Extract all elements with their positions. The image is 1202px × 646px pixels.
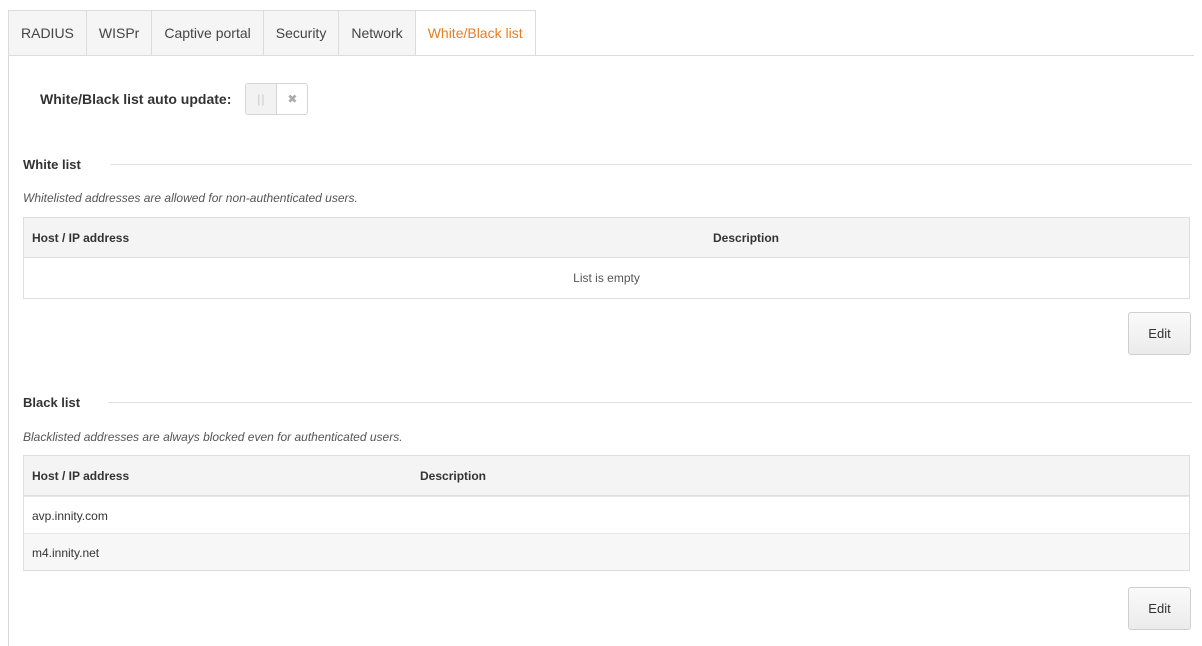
table-row: avp.innity.com	[24, 496, 1189, 533]
white-list-title: White list	[23, 157, 81, 172]
toggle-on-icon: ||	[246, 84, 278, 114]
tab-security[interactable]: Security	[262, 10, 339, 56]
tab-bar: RADIUS WISPr Captive portal Security Net…	[8, 10, 536, 56]
black-list-edit-button[interactable]: Edit	[1128, 587, 1191, 630]
tab-white-black-list[interactable]: White/Black list	[414, 10, 536, 56]
table-row: m4.innity.net	[24, 533, 1189, 570]
column-header-description: Description	[420, 469, 487, 483]
toggle-off-icon: ✖	[287, 92, 298, 106]
black-list-divider	[108, 402, 1192, 403]
auto-update-label: White/Black list auto update:	[40, 91, 232, 107]
white-list-table: Host / IP address Description List is em…	[23, 217, 1190, 299]
tab-bar-divider	[8, 55, 1194, 56]
white-list-empty-message: List is empty	[573, 271, 640, 285]
row-host: m4.innity.net	[32, 546, 100, 560]
white-list-edit-button[interactable]: Edit	[1128, 312, 1191, 355]
white-list-divider	[110, 164, 1192, 165]
tab-network[interactable]: Network	[338, 10, 415, 56]
black-list-title: Black list	[23, 395, 81, 410]
row-host: avp.innity.com	[32, 509, 108, 523]
page-left-border	[8, 55, 9, 646]
column-header-description: Description	[713, 231, 780, 245]
tab-captive-portal[interactable]: Captive portal	[151, 10, 263, 56]
black-list-table-header: Host / IP address Description	[24, 456, 1189, 496]
tab-radius[interactable]: RADIUS	[8, 10, 86, 56]
black-list-description: Blacklisted addresses are always blocked…	[23, 430, 403, 444]
tab-wispr[interactable]: WISPr	[85, 10, 152, 56]
white-list-table-header: Host / IP address Description	[24, 218, 1189, 258]
white-list-description: Whitelisted addresses are allowed for no…	[23, 191, 358, 205]
auto-update-toggle[interactable]: || ✖	[245, 83, 309, 115]
black-list-table: Host / IP address Description avp.innity…	[23, 455, 1190, 571]
column-header-host: Host / IP address	[32, 231, 130, 245]
column-header-host: Host / IP address	[32, 469, 130, 483]
auto-update-row: White/Black list auto update: || ✖	[40, 83, 309, 115]
